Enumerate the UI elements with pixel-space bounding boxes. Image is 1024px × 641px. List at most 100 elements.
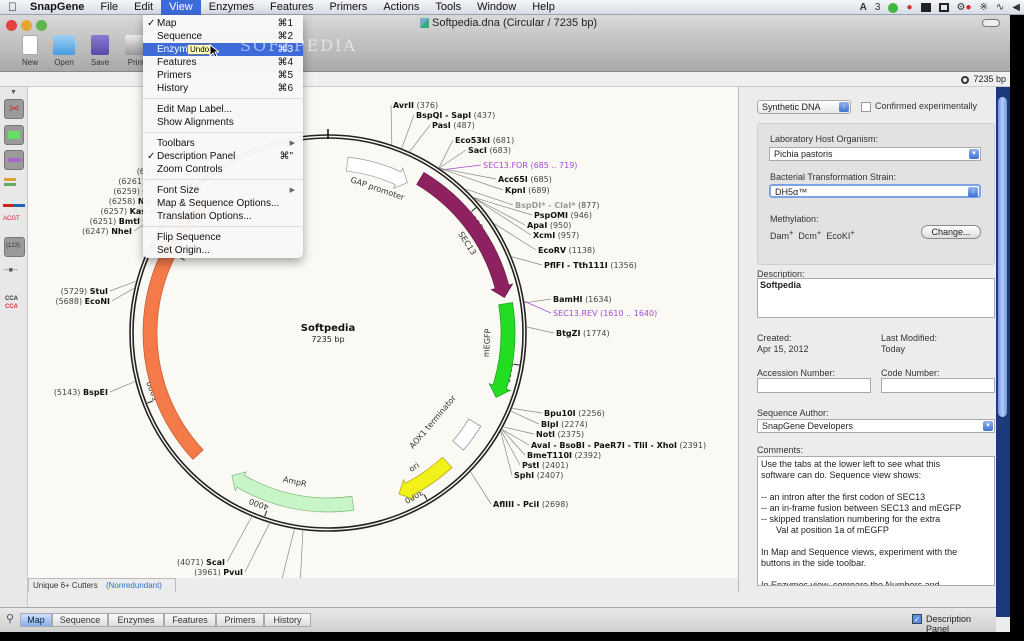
view-menu-item-map-sequence-options[interactable]: Map & Sequence Options... [143, 197, 303, 210]
host-organism-select[interactable]: Pichia pastoris ▼ [769, 147, 981, 161]
screen-icon[interactable] [938, 3, 949, 12]
menu-edit[interactable]: Edit [126, 0, 161, 15]
menu-features[interactable]: Features [262, 0, 321, 15]
menu-primers[interactable]: Primers [321, 0, 375, 15]
tab-features[interactable]: Features [164, 613, 216, 627]
map-canvas[interactable]: 100020003000400050006000GAP promoterSEC1… [28, 87, 738, 578]
view-menu-item-history[interactable]: History ⌘6 [143, 82, 303, 95]
menu-enzymes[interactable]: Enzymes [201, 0, 262, 15]
menu-view[interactable]: View [161, 0, 201, 15]
confirmed-checkbox[interactable] [861, 102, 871, 112]
menu-help[interactable]: Help [524, 0, 563, 15]
view-menu-item-set-origin[interactable]: Set Origin... [143, 244, 303, 257]
zoom-magnifier-icon[interactable]: ⚲ [6, 612, 14, 625]
menu-window[interactable]: Window [469, 0, 524, 15]
numbering-button[interactable]: (123) [4, 237, 25, 257]
tab-primers[interactable]: Primers [216, 613, 264, 627]
linear-view-button[interactable]: --■-- [4, 267, 18, 274]
view-menu-item-toolbars[interactable]: Toolbars ▶ [143, 137, 303, 150]
view-menu-item-description-panel[interactable]: ✓ Description Panel ⌘" [143, 150, 303, 163]
code-field[interactable] [881, 378, 995, 393]
view-menu-item-zoom-controls[interactable]: Zoom Controls [143, 163, 303, 176]
save-button[interactable]: Save [82, 35, 118, 67]
menu-file[interactable]: File [92, 0, 126, 15]
window-title: Softpedia.dna (Circular / 7235 bp) [420, 17, 597, 29]
scrollbar-thumb[interactable] [998, 97, 1007, 417]
window-title-text: Softpedia.dna (Circular / 7235 bp) [432, 17, 598, 29]
display-icon[interactable] [920, 3, 931, 12]
tab-enzymes[interactable]: Enzymes [108, 613, 164, 627]
accession-field[interactable] [757, 378, 871, 393]
menu-item-label: Sequence [157, 31, 203, 42]
print-label: Print [127, 58, 145, 67]
view-menu-item-flip-sequence[interactable]: Flip Sequence [143, 231, 303, 244]
bottom-bar: ⚲ Map Sequence Enzymes Features Primers … [0, 607, 996, 634]
toolbar-toggle-button[interactable] [982, 19, 1000, 27]
author-select[interactable]: SnapGene Developers ▼ [757, 419, 995, 433]
enzyme-site-label: BtgZI (1774) [556, 329, 610, 338]
molecule-type-select[interactable]: Synthetic DNA ↕ [757, 100, 851, 114]
network-icon[interactable]: ⚙● [957, 2, 972, 13]
site-leader-line [524, 301, 552, 314]
toolbar-collapse-icon[interactable]: ▼ [10, 89, 17, 96]
strain-select[interactable]: DH5α™ ↕ [769, 184, 981, 198]
codon-button[interactable]: CCA CCA [5, 295, 18, 311]
close-window-button[interactable] [6, 20, 17, 31]
created-label: Created: [757, 333, 792, 343]
menu-app[interactable]: SnapGene [22, 0, 92, 15]
show-features-button[interactable] [4, 125, 24, 145]
enzyme-scissors-button[interactable]: ✂ [4, 99, 24, 119]
bluetooth-icon[interactable]: ※ [980, 2, 988, 13]
acgt-label: ACGT [3, 216, 20, 222]
site-leader-line [390, 104, 393, 145]
menu-actions[interactable]: Actions [375, 0, 427, 15]
change-methylation-button[interactable]: Change... [921, 225, 981, 239]
view-menu-item-map[interactable]: ✓ Map ⌘1 [143, 17, 303, 30]
minimize-window-button[interactable] [21, 20, 32, 31]
dropdown-arrow-icon: ▼ [969, 149, 979, 159]
menu-bar:  SnapGene File Edit View Enzymes Featur… [0, 0, 1024, 15]
view-menu-item-features[interactable]: Features ⌘4 [143, 56, 303, 69]
apple-menu-icon[interactable]:  [0, 0, 22, 15]
volume-icon[interactable]: ◀ [1012, 2, 1020, 13]
show-primers-button[interactable] [4, 150, 24, 170]
description-field[interactable]: Softpedia [757, 278, 995, 318]
ruler-icon: --■-- [4, 267, 18, 274]
show-orfs-button[interactable] [4, 178, 20, 192]
tab-map[interactable]: Map [20, 613, 52, 627]
bike-icon[interactable]: ● [906, 2, 912, 13]
methylation-dam: Dam [770, 231, 790, 241]
enzyme-site-label: (6257) Kas [100, 207, 146, 216]
description-panel-checkbox[interactable]: ✓ [912, 614, 922, 624]
tab-history[interactable]: History [264, 613, 311, 627]
chat-icon[interactable] [888, 2, 899, 13]
open-button[interactable]: Open [46, 35, 82, 67]
enzyme-site-label: BspDI* - ClaI* (877) [515, 201, 600, 210]
enzyme-site-label: (6261) [118, 177, 145, 186]
menu-item-label: Map [157, 18, 177, 29]
codon-bottom: CCA [5, 304, 18, 310]
enzyme-set-qualifier[interactable]: (Nonredundant) [106, 581, 162, 590]
zoom-window-button[interactable] [36, 20, 47, 31]
enzyme-site-label: NotI (2375) [536, 430, 584, 439]
enzyme-site-label: BlpI (2274) [541, 420, 588, 429]
shortcut-label: ⌘4 [277, 57, 293, 68]
tab-sequence[interactable]: Sequence [52, 613, 108, 627]
wifi-icon[interactable]: ∿ [996, 2, 1004, 13]
show-sequence-button[interactable]: ACGT [3, 204, 25, 222]
enzyme-site-label: Acc65I (685) [498, 175, 552, 184]
new-button[interactable]: New [12, 35, 48, 67]
view-menu-item-show-alignments[interactable]: Show Alignments [143, 116, 303, 129]
menu-tools[interactable]: Tools [427, 0, 469, 15]
view-menu-item-primers[interactable]: Primers ⌘5 [143, 69, 303, 82]
panel-scrollbar[interactable] [996, 87, 1010, 617]
view-menu-item-translation-options[interactable]: Translation Options... [143, 210, 303, 223]
comments-field[interactable]: Use the tabs at the lower left to see wh… [757, 456, 995, 586]
enzyme-site-label: (4071) ScaI [177, 558, 225, 567]
enzyme-set-tab[interactable]: Unique 6+ Cutters (Nonredundant) [28, 578, 176, 592]
adobe-icon[interactable]: A [860, 2, 867, 13]
enzyme-site-label: PspOMI (946) [534, 211, 592, 220]
view-menu-item-font-size[interactable]: Font Size ▶ [143, 184, 303, 197]
description-value: Softpedia [760, 280, 802, 290]
view-menu-item-edit-map-label[interactable]: Edit Map Label... [143, 103, 303, 116]
